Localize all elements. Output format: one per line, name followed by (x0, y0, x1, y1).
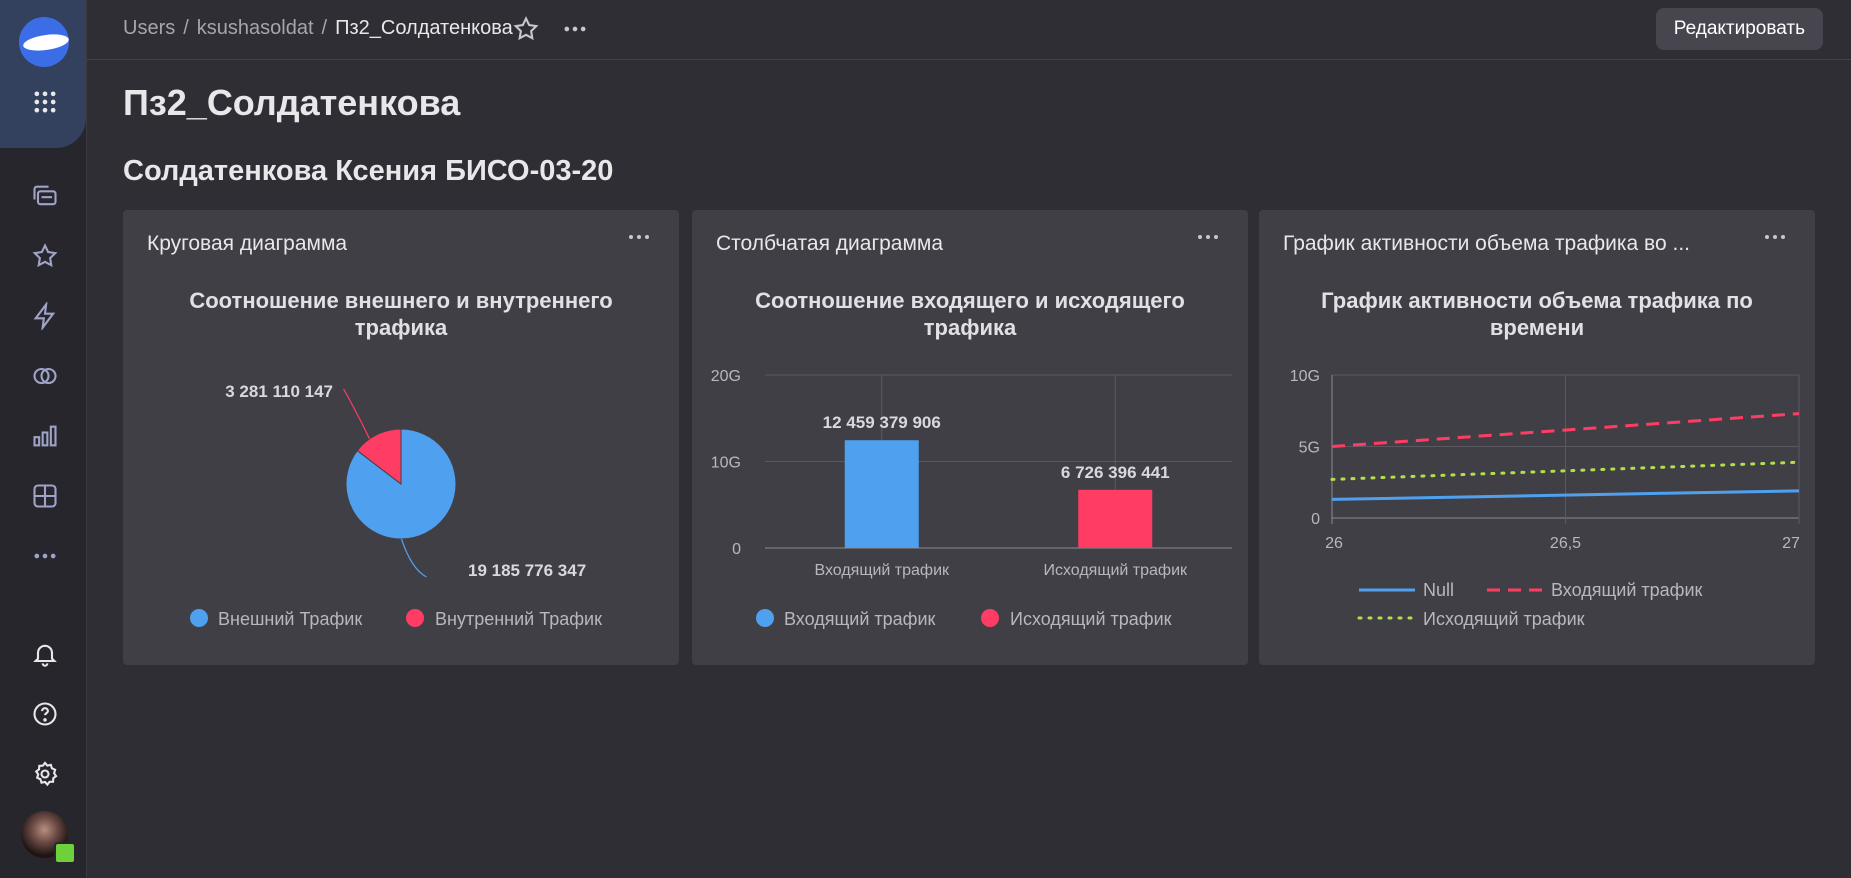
legend-label: Null (1423, 580, 1454, 600)
lightning-icon[interactable] (25, 296, 65, 336)
bar[interactable] (1078, 489, 1153, 548)
edit-button[interactable]: Редактировать (1655, 8, 1823, 50)
legend-marker (981, 609, 999, 627)
page-title: Пз2_Солдатенкова (123, 82, 461, 123)
bar-data-label: 6 726 396 441 (1061, 463, 1170, 482)
help-icon[interactable] (25, 694, 65, 734)
pie-data-label: 19 185 776 347 (468, 561, 586, 580)
folders-icon[interactable] (25, 176, 65, 216)
breadcrumb-separator: / (183, 17, 189, 39)
legend-marker (190, 609, 208, 627)
bar-data-label: 12 459 379 906 (823, 413, 941, 432)
breadcrumb-item-user[interactable]: ksushasoldat (197, 17, 314, 40)
legend-marker (406, 609, 424, 627)
star-icon[interactable] (25, 236, 65, 276)
breadcrumb-item-current: Пз2_Солдатенкова (335, 17, 513, 39)
bell-icon[interactable] (25, 634, 65, 674)
legend-label: Внешний Трафик (218, 609, 362, 629)
breadcrumb-item-users[interactable]: Users (123, 17, 175, 40)
y-tick-label: 10G (1290, 368, 1320, 385)
x-tick-label: 27 (1782, 535, 1800, 552)
x-tick-label: 26 (1325, 535, 1343, 552)
y-tick-label: 20G (711, 368, 741, 385)
legend-label: Внутренний Трафик (435, 609, 602, 629)
header: Users / ksushasoldat / Пз2_Солдатенкова … (87, 0, 1851, 60)
widget-line: График активности объема трафика во ... … (1259, 210, 1815, 665)
apps-grid-icon[interactable] (25, 82, 65, 122)
favorite-star-icon[interactable] (512, 15, 540, 43)
widget-pie: Круговая диаграмма Соотношение внешнего … (123, 210, 679, 665)
widget-bar: Столбчатая диаграмма Соотношение входяще… (692, 210, 1248, 665)
bar[interactable] (844, 440, 919, 548)
y-tick-label: 0 (1311, 511, 1320, 528)
more-icon[interactable] (25, 536, 65, 576)
breadcrumb: Users / ksushasoldat / Пз2_Солдатенкова (123, 17, 513, 40)
settings-icon[interactable] (25, 754, 65, 794)
logo[interactable] (19, 17, 69, 67)
y-tick-label: 5G (1299, 440, 1320, 457)
bar-chart: 0 10G 20G 12 459 379 906 6 726 396 441 В… (711, 368, 1232, 629)
connections-icon[interactable] (25, 356, 65, 396)
x-tick-label: 26,5 (1550, 535, 1581, 552)
breadcrumb-separator: / (321, 17, 328, 39)
legend-label: Входящий трафик (1551, 580, 1703, 600)
y-tick-label: 10G (711, 455, 741, 472)
sidebar (0, 0, 87, 878)
y-tick-label: 0 (732, 541, 741, 558)
legend-label: Исходящий трафик (1010, 609, 1172, 629)
pie-label-connector (343, 388, 371, 440)
pie-chart: 19 185 776 347 3 281 110 147 Внешний Тра… (190, 382, 602, 629)
legend-label: Исходящий трафик (1423, 609, 1585, 629)
pie-label-connector (400, 538, 427, 578)
dashboard-icon[interactable] (25, 476, 65, 516)
legend-marker (756, 609, 774, 627)
more-options-icon[interactable] (561, 15, 589, 43)
x-tick-label: Входящий трафик (814, 562, 950, 579)
line-chart: 0 5G 10G 26 26,5 27 Null Входящий трафик… (1290, 368, 1801, 629)
x-tick-label: Исходящий трафик (1043, 562, 1188, 579)
dashboard-subtitle: Солдатенкова Ксения БИСО-03-20 (123, 155, 614, 187)
legend-label: Входящий трафик (784, 609, 936, 629)
pie-data-label: 3 281 110 147 (225, 382, 333, 401)
chart-icon[interactable] (25, 416, 65, 456)
status-badge (54, 842, 76, 864)
